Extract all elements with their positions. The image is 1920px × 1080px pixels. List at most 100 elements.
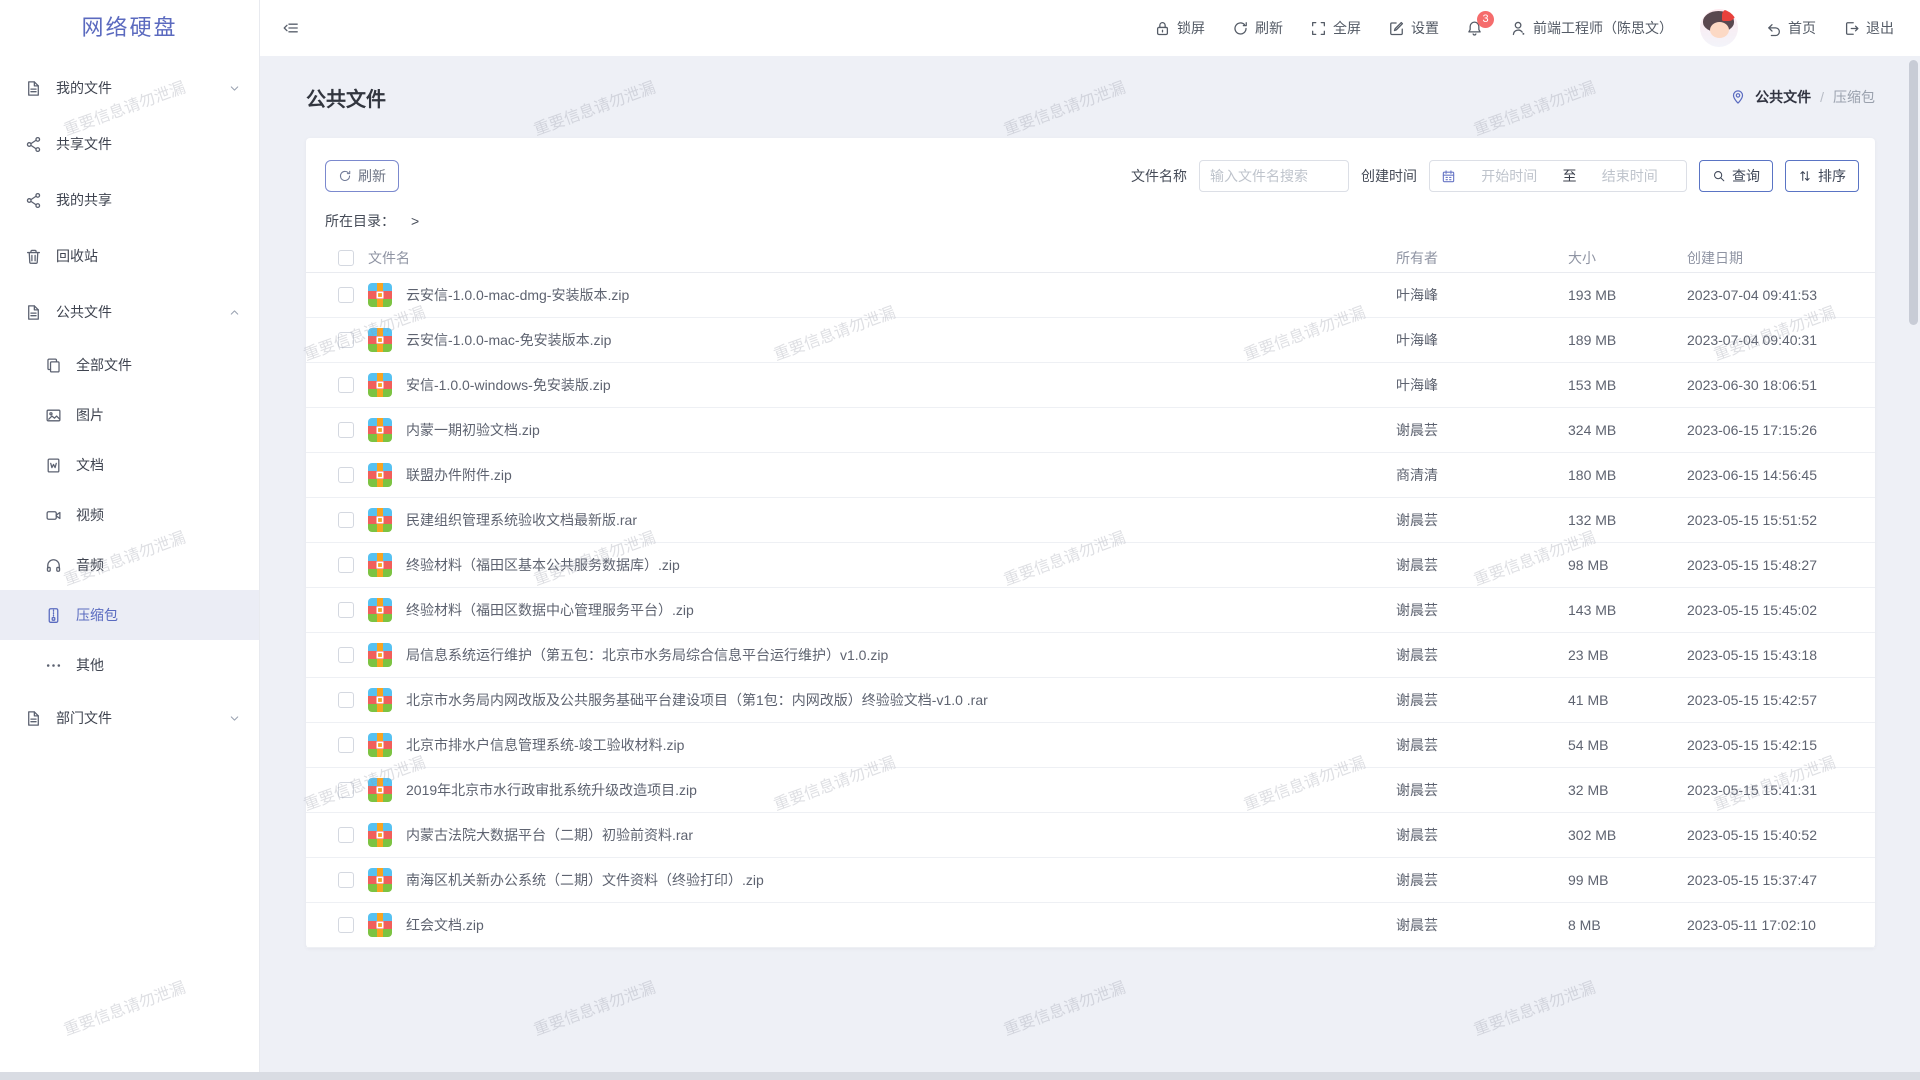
table-row[interactable]: 民建组织管理系统验收文档最新版.rar 谢晨芸 132 MB 2023-05-1…: [306, 498, 1875, 543]
file-name[interactable]: 联盟办件附件.zip: [406, 465, 1396, 485]
table-row[interactable]: 内蒙一期初验文档.zip 谢晨芸 324 MB 2023-06-15 17:15…: [306, 408, 1875, 453]
table-row[interactable]: 北京市排水户信息管理系统-竣工验收材料.zip 谢晨芸 54 MB 2023-0…: [306, 723, 1875, 768]
row-checkbox[interactable]: [338, 782, 354, 798]
row-checkbox[interactable]: [338, 647, 354, 663]
directory-separator[interactable]: >: [411, 213, 419, 229]
avatar[interactable]: [1700, 9, 1738, 47]
date-range-picker[interactable]: 开始时间 至 结束时间: [1429, 160, 1687, 192]
sidebar-item-my-files[interactable]: 我的文件: [0, 60, 259, 116]
row-checkbox[interactable]: [338, 557, 354, 573]
file-size: 180 MB: [1568, 467, 1687, 483]
file-name[interactable]: 内蒙古法院大数据平台（二期）初验前资料.rar: [406, 825, 1396, 845]
table-row[interactable]: 南海区机关新办公系统（二期）文件资料（终验打印）.zip 谢晨芸 99 MB 2…: [306, 858, 1875, 903]
horizontal-scrollbar[interactable]: [0, 1072, 1920, 1080]
sidebar-item-label: 压缩包: [76, 605, 118, 625]
chevron-down-icon: [228, 712, 241, 725]
ellipsis-icon: [44, 656, 62, 674]
table-row[interactable]: 安信-1.0.0-windows-免安装版.zip 叶海峰 153 MB 202…: [306, 363, 1875, 408]
table-row[interactable]: 终验材料（福田区数据中心管理服务平台）.zip 谢晨芸 143 MB 2023-…: [306, 588, 1875, 633]
file-name[interactable]: 终验材料（福田区基本公共服务数据库）.zip: [406, 555, 1396, 575]
file-owner: 谢晨芸: [1396, 690, 1568, 710]
row-checkbox[interactable]: [338, 512, 354, 528]
start-date-placeholder[interactable]: 开始时间: [1464, 166, 1555, 186]
fullscreen-button[interactable]: 全屏: [1310, 18, 1361, 38]
home-button[interactable]: 首页: [1765, 18, 1816, 38]
collapse-sidebar-icon[interactable]: [282, 19, 300, 37]
table-row[interactable]: 联盟办件附件.zip 商清清 180 MB 2023-06-15 14:56:4…: [306, 453, 1875, 498]
table-row[interactable]: 北京市水务局内网改版及公共服务基础平台建设项目（第1包：内网改版）终验验文档-v…: [306, 678, 1875, 723]
file-name[interactable]: 云安信-1.0.0-mac-dmg-安装版本.zip: [406, 285, 1396, 305]
row-checkbox[interactable]: [338, 602, 354, 618]
file-created-date: 2023-05-15 15:40:52: [1687, 827, 1859, 843]
breadcrumb-root[interactable]: 公共文件: [1755, 87, 1811, 107]
row-checkbox[interactable]: [338, 827, 354, 843]
table-row[interactable]: 云安信-1.0.0-mac-免安装版本.zip 叶海峰 189 MB 2023-…: [306, 318, 1875, 363]
file-name[interactable]: 内蒙一期初验文档.zip: [406, 420, 1396, 440]
image-icon: [44, 406, 62, 424]
share-icon: [24, 191, 42, 209]
location-pin-icon: [1730, 89, 1746, 105]
table-row[interactable]: 2019年北京市水行政审批系统升级改造项目.zip 谢晨芸 32 MB 2023…: [306, 768, 1875, 813]
file-name[interactable]: 红会文档.zip: [406, 915, 1396, 935]
table-row[interactable]: 终验材料（福田区基本公共服务数据库）.zip 谢晨芸 98 MB 2023-05…: [306, 543, 1875, 588]
user-menu[interactable]: 前端工程师（陈思文）: [1510, 18, 1673, 38]
search-button[interactable]: 查询: [1699, 160, 1773, 192]
row-checkbox[interactable]: [338, 467, 354, 483]
sort-button[interactable]: 排序: [1785, 160, 1859, 192]
sidebar-item-label: 我的文件: [56, 78, 112, 98]
file-name[interactable]: 云安信-1.0.0-mac-免安装版本.zip: [406, 330, 1396, 350]
settings-button[interactable]: 设置: [1388, 18, 1439, 38]
file-size: 324 MB: [1568, 422, 1687, 438]
row-checkbox[interactable]: [338, 332, 354, 348]
table-row[interactable]: 局信息系统运行维护（第五包：北京市水务局综合信息平台运行维护）v1.0.zip …: [306, 633, 1875, 678]
file-owner: 谢晨芸: [1396, 870, 1568, 890]
logout-button[interactable]: 退出: [1843, 18, 1894, 38]
vertical-scrollbar-thumb[interactable]: [1909, 60, 1918, 325]
sidebar-item-my-shares[interactable]: 我的共享: [0, 172, 259, 228]
sidebar: 网络硬盘 我的文件 共享文件 我的共享 回收站 公共文件 全部文件 图片 文档 …: [0, 0, 260, 1080]
sidebar-item-department-files[interactable]: 部门文件: [0, 690, 259, 746]
row-checkbox[interactable]: [338, 917, 354, 933]
sidebar-item-images[interactable]: 图片: [0, 390, 259, 440]
file-name[interactable]: 南海区机关新办公系统（二期）文件资料（终验打印）.zip: [406, 870, 1396, 890]
lock-screen-button[interactable]: 锁屏: [1154, 18, 1205, 38]
chevron-up-icon: [228, 306, 241, 319]
file-name[interactable]: 2019年北京市水行政审批系统升级改造项目.zip: [406, 780, 1396, 800]
file-name[interactable]: 北京市水务局内网改版及公共服务基础平台建设项目（第1包：内网改版）终验验文档-v…: [406, 690, 1396, 710]
list-refresh-button[interactable]: 刷新: [325, 160, 399, 192]
row-checkbox[interactable]: [338, 422, 354, 438]
select-all-checkbox[interactable]: [338, 250, 354, 266]
notifications-button[interactable]: 3: [1466, 20, 1483, 37]
sidebar-item-all-files[interactable]: 全部文件: [0, 340, 259, 390]
file-name[interactable]: 安信-1.0.0-windows-免安装版.zip: [406, 375, 1396, 395]
sidebar-item-documents[interactable]: 文档: [0, 440, 259, 490]
table-row[interactable]: 红会文档.zip 谢晨芸 8 MB 2023-05-11 17:02:10: [306, 903, 1875, 948]
sidebar-item-shared-files[interactable]: 共享文件: [0, 116, 259, 172]
table-row[interactable]: 云安信-1.0.0-mac-dmg-安装版本.zip 叶海峰 193 MB 20…: [306, 273, 1875, 318]
refresh-button[interactable]: 刷新: [1232, 18, 1283, 38]
table-row[interactable]: 内蒙古法院大数据平台（二期）初验前资料.rar 谢晨芸 302 MB 2023-…: [306, 813, 1875, 858]
file-owner: 谢晨芸: [1396, 420, 1568, 440]
file-name[interactable]: 局信息系统运行维护（第五包：北京市水务局综合信息平台运行维护）v1.0.zip: [406, 645, 1396, 665]
sidebar-item-recycle-bin[interactable]: 回收站: [0, 228, 259, 284]
sidebar-item-others[interactable]: 其他: [0, 640, 259, 690]
zip-file-icon: [368, 553, 392, 577]
file-created-date: 2023-05-15 15:37:47: [1687, 872, 1859, 888]
row-checkbox[interactable]: [338, 377, 354, 393]
edit-icon: [1388, 20, 1405, 37]
row-checkbox[interactable]: [338, 287, 354, 303]
end-date-placeholder[interactable]: 结束时间: [1585, 166, 1676, 186]
row-checkbox[interactable]: [338, 692, 354, 708]
file-name[interactable]: 北京市排水户信息管理系统-竣工验收材料.zip: [406, 735, 1396, 755]
row-checkbox[interactable]: [338, 872, 354, 888]
file-owner: 商清清: [1396, 465, 1568, 485]
sidebar-item-videos[interactable]: 视频: [0, 490, 259, 540]
file-created-date: 2023-05-15 15:51:52: [1687, 512, 1859, 528]
file-name[interactable]: 民建组织管理系统验收文档最新版.rar: [406, 510, 1396, 530]
sidebar-item-archives[interactable]: 压缩包: [0, 590, 259, 640]
sidebar-item-audio[interactable]: 音频: [0, 540, 259, 590]
sidebar-item-public-files[interactable]: 公共文件: [0, 284, 259, 340]
row-checkbox[interactable]: [338, 737, 354, 753]
file-name[interactable]: 终验材料（福田区数据中心管理服务平台）.zip: [406, 600, 1396, 620]
filename-search-input[interactable]: [1199, 160, 1349, 192]
